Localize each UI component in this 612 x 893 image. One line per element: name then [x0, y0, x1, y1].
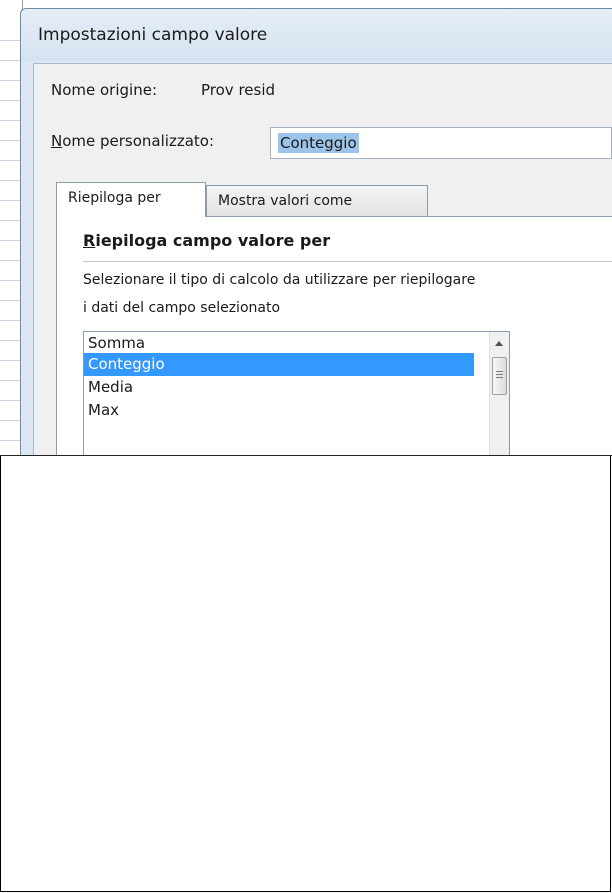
grid-line	[0, 240, 22, 241]
value-field-settings-dialog: Impostazioni campo valore Nome origine: …	[20, 8, 612, 455]
grid-line	[0, 180, 22, 181]
grid-line	[0, 280, 22, 281]
source-name-value: Prov resid	[201, 81, 276, 99]
source-name-label: Nome origine:	[51, 81, 157, 99]
scroll-thumb-grip-icon	[496, 371, 503, 372]
scroll-thumb-grip-icon	[496, 377, 503, 378]
dialog-titlebar[interactable]: Impostazioni campo valore	[21, 9, 612, 61]
scroll-thumb[interactable]	[492, 357, 507, 395]
grid-line	[0, 200, 22, 201]
grid-line	[0, 260, 22, 261]
grid-line	[0, 300, 22, 301]
section-title: Riepiloga campo valore per	[83, 231, 330, 250]
grid-line	[0, 120, 22, 121]
grid-line	[0, 380, 22, 381]
list-item-label: Conteggio	[88, 355, 165, 373]
tab-label: Riepiloga per	[68, 190, 161, 206]
grid-line	[0, 40, 22, 41]
screenshot-region: Impostazioni campo valore Nome origine: …	[0, 0, 612, 455]
grid-line	[0, 140, 22, 141]
list-item[interactable]: Somma	[84, 332, 474, 355]
custom-name-input[interactable]: Conteggio	[270, 127, 612, 159]
list-item[interactable]: Media	[84, 376, 474, 399]
description-line-2: i dati del campo selezionato	[83, 300, 281, 316]
section-divider	[83, 261, 612, 262]
list-item-label: Media	[88, 378, 134, 396]
list-item[interactable]: Max	[84, 399, 474, 422]
grid-line	[0, 100, 22, 101]
summarize-tab-panel: Riepiloga campo valore per Selezionare i…	[56, 216, 612, 455]
list-item-label: Somma	[88, 334, 146, 352]
tab-riepiloga-per[interactable]: Riepiloga per	[56, 182, 206, 217]
list-item-label: Max	[88, 401, 120, 419]
grid-line	[0, 360, 22, 361]
grid-line	[0, 160, 22, 161]
grid-line	[0, 60, 22, 61]
custom-name-label-accesskey: N	[51, 132, 63, 150]
dialog-title: Impostazioni campo valore	[38, 25, 268, 45]
grid-line	[0, 320, 22, 321]
custom-name-label: Nome personalizzato:	[51, 132, 214, 150]
custom-name-label-text: ome personalizzato:	[62, 132, 215, 150]
grid-line	[0, 400, 22, 401]
list-item-selected[interactable]: Conteggio	[84, 353, 474, 376]
tab-mostra-valori-come[interactable]: Mostra valori come	[206, 185, 428, 217]
grid-line	[0, 440, 22, 441]
grid-line	[0, 420, 22, 421]
section-title-text: iepiloga campo valore per	[95, 231, 331, 250]
screenshot-bottom-border	[0, 455, 612, 456]
custom-name-input-value: Conteggio	[278, 133, 359, 153]
grid-line	[0, 220, 22, 221]
dialog-body: Nome origine: Prov resid Nome personaliz…	[33, 63, 612, 455]
tab-label: Mostra valori come	[218, 193, 353, 209]
description-line-1: Selezionare il tipo di calcolo da utiliz…	[83, 272, 476, 288]
scroll-thumb-grip-icon	[496, 374, 503, 375]
summary-function-listbox[interactable]: Somma Conteggio Media Max	[83, 331, 510, 455]
grid-line	[0, 80, 22, 81]
listbox-scrollbar[interactable]	[489, 332, 509, 455]
grid-line	[0, 340, 22, 341]
scroll-up-arrow-icon[interactable]	[495, 341, 503, 346]
section-title-accesskey: R	[83, 231, 96, 250]
